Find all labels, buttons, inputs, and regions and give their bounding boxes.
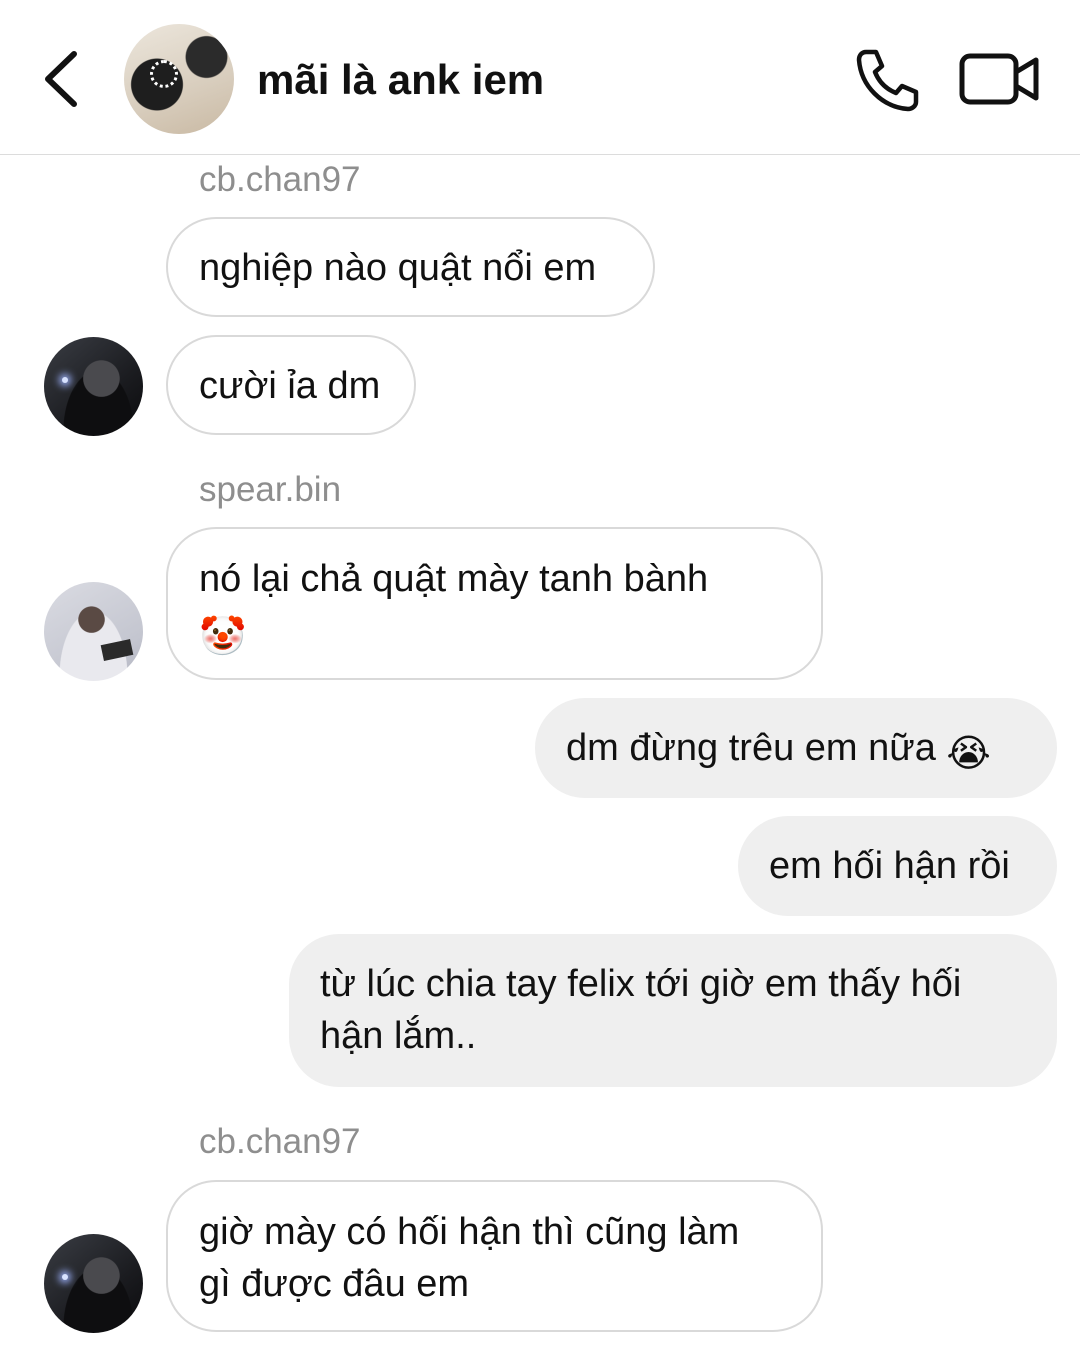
message-text: dm đừng trêu em nữa <box>566 727 936 769</box>
video-camera-icon <box>959 53 1039 105</box>
chat-title[interactable]: mãi là ank iem <box>257 56 544 104</box>
group-avatar[interactable] <box>124 24 234 134</box>
message-bubble[interactable]: từ lúc chia tay felix tới giờ em thấy hố… <box>289 934 1057 1087</box>
message-text-line: hận lắm.. <box>320 1015 477 1057</box>
message-text-line: gì được đâu em <box>199 1263 470 1305</box>
message-text: cười ỉa dm <box>199 365 381 407</box>
message-bubble[interactable]: cười ỉa dm <box>166 335 416 435</box>
user-avatar[interactable] <box>44 582 143 681</box>
message-bubble[interactable]: giờ mày có hối hận thì cũng làm gì được … <box>166 1180 823 1332</box>
loading-icon <box>150 60 178 88</box>
chevron-left-icon <box>45 51 77 107</box>
sender-name: spear.bin <box>199 470 342 509</box>
message-text: nó lại chả quật mày tanh bành <box>199 558 709 600</box>
back-button[interactable] <box>38 46 88 112</box>
message-text-line: từ lúc chia tay felix tới giờ em thấy hố… <box>320 963 962 1005</box>
message-text: em hối hận rồi <box>769 845 1010 887</box>
voice-call-button[interactable] <box>852 46 922 112</box>
message-text-line: giờ mày có hối hận thì cũng làm <box>199 1211 740 1253</box>
phone-icon <box>856 49 919 112</box>
message-bubble[interactable]: nghiệp nào quật nổi em <box>166 217 655 317</box>
message-bubble[interactable]: dm đừng trêu em nữa 😭 <box>535 698 1057 798</box>
clown-emoji: 🤡 <box>199 616 247 658</box>
video-call-button[interactable] <box>958 50 1042 108</box>
loudly-crying-emoji: 😭 <box>946 733 991 775</box>
chat-header: mãi là ank iem <box>0 0 1080 155</box>
sender-name: cb.chan97 <box>199 1122 361 1161</box>
message-text: nghiệp nào quật nổi em <box>199 247 597 289</box>
message-bubble[interactable]: nó lại chả quật mày tanh bành 🤡 <box>166 527 823 680</box>
message-bubble[interactable]: em hối hận rồi <box>738 816 1057 916</box>
sender-name: cb.chan97 <box>199 160 361 199</box>
user-avatar[interactable] <box>44 1234 143 1333</box>
user-avatar[interactable] <box>44 337 143 436</box>
